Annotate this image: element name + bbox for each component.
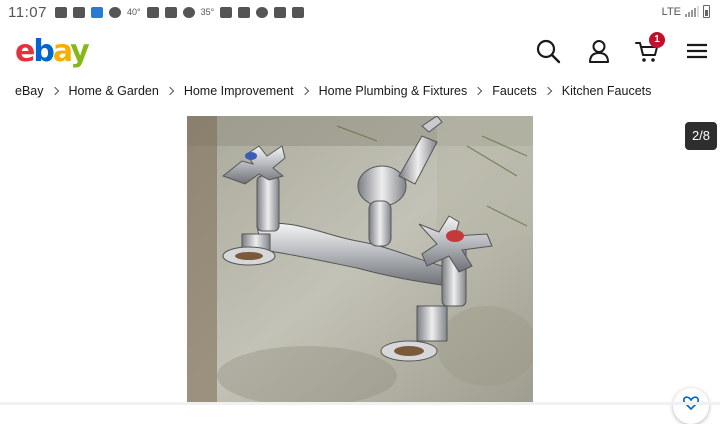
m-app-icon	[108, 6, 121, 18]
game-icon	[182, 6, 195, 18]
network-label: LTE	[661, 5, 681, 18]
breadcrumb-item[interactable]: Faucets	[492, 84, 536, 98]
screenshot-icon	[274, 6, 287, 18]
search-icon[interactable]	[535, 38, 561, 64]
breadcrumb-item[interactable]: Kitchen Faucets	[562, 84, 652, 98]
breadcrumb: eBay Home & Garden Home Improvement Home…	[15, 84, 651, 98]
chevron-right-icon	[543, 86, 552, 96]
youtube-icon	[54, 6, 67, 18]
mail-icon	[72, 6, 85, 18]
leaf-icon	[256, 6, 269, 18]
menu-icon[interactable]	[684, 38, 710, 64]
ebay-logo[interactable]: ebay	[15, 34, 90, 69]
breadcrumb-item[interactable]: eBay	[15, 84, 44, 98]
watch-button[interactable]	[673, 388, 709, 424]
chevron-right-icon	[474, 86, 483, 96]
news-icon	[146, 6, 159, 18]
send-icon	[238, 6, 251, 18]
chevron-right-icon	[50, 86, 59, 96]
status-time: 11:07	[8, 3, 47, 21]
image-counter: 2/8	[685, 122, 717, 150]
status-bar: 11:07 40° 35° LTE	[0, 0, 720, 24]
weather-temp-1: 40°	[126, 7, 141, 17]
battery-icon	[703, 5, 710, 18]
site-header: ebay 1	[0, 24, 720, 78]
image-icon	[220, 6, 233, 18]
product-image[interactable]	[187, 116, 533, 405]
breadcrumb-item[interactable]: Home Improvement	[184, 84, 294, 98]
chevron-right-icon	[300, 86, 309, 96]
cart-count-badge: 1	[649, 32, 665, 48]
weather-temp-2: 35°	[200, 7, 215, 17]
account-icon[interactable]	[586, 38, 612, 64]
breadcrumb-item[interactable]: Home Plumbing & Fixtures	[319, 84, 468, 98]
chevron-right-icon	[165, 86, 175, 96]
status-right: LTE	[662, 5, 710, 18]
breadcrumb-item[interactable]: Home & Garden	[69, 84, 159, 98]
signal-icon	[685, 6, 699, 17]
alert-icon	[164, 6, 177, 18]
photo-app-icon	[90, 6, 103, 18]
document-icon	[292, 6, 305, 18]
